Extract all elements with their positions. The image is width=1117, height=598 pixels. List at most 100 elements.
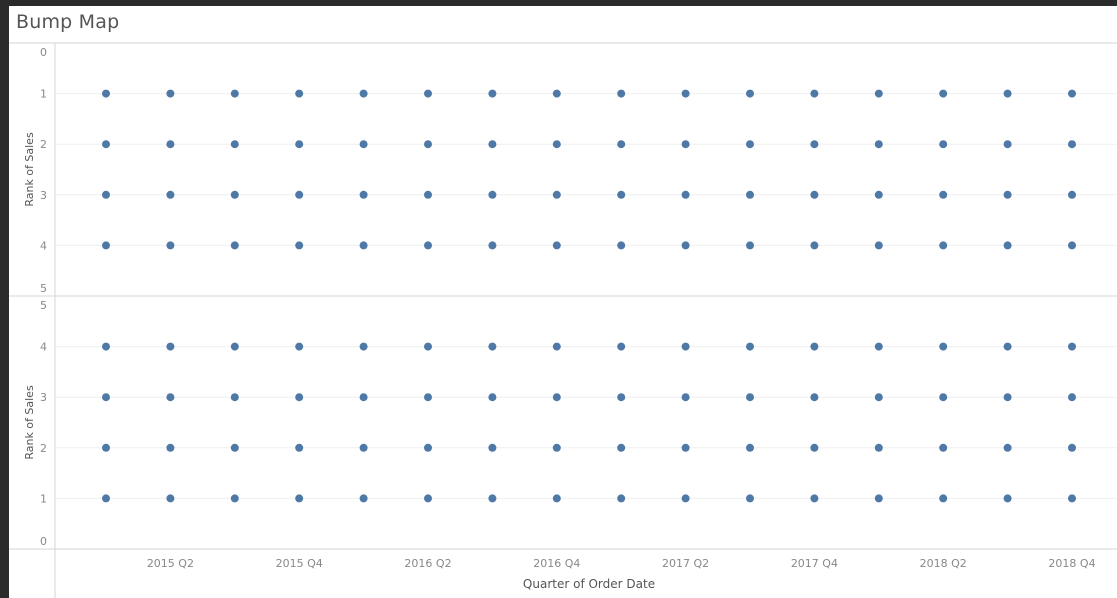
data-point [552, 342, 561, 351]
data-point [424, 393, 432, 402]
data-point [874, 393, 883, 402]
data-point [746, 190, 754, 199]
data-point [488, 241, 497, 250]
data-point [874, 140, 883, 149]
y-tick-label: 1 [40, 492, 47, 505]
data-point [230, 443, 239, 452]
data-point [939, 190, 948, 199]
y-tick-label: 5 [40, 282, 47, 295]
data-point [424, 241, 432, 250]
data-point [166, 140, 175, 149]
data-point [681, 241, 690, 250]
data-point [1003, 342, 1012, 351]
data-point [1003, 89, 1012, 98]
data-point [424, 89, 432, 98]
data-point [359, 494, 368, 503]
data-point [617, 494, 626, 503]
x-tick-label: 2017 Q2 [662, 557, 709, 570]
data-point [874, 443, 883, 452]
data-point [939, 494, 948, 503]
data-point [359, 443, 368, 452]
data-point [1068, 393, 1076, 402]
data-point [166, 241, 175, 250]
data-point [1068, 443, 1076, 452]
data-point [552, 89, 561, 98]
data-point [295, 342, 304, 351]
data-point [874, 494, 883, 503]
data-point [874, 342, 883, 351]
data-point [488, 190, 497, 199]
data-point [681, 89, 690, 98]
y-tick-label: 5 [40, 299, 47, 312]
data-point [359, 342, 368, 351]
data-point [1003, 494, 1012, 503]
data-point [166, 89, 175, 98]
data-point [359, 140, 368, 149]
x-tick-label: 2016 Q4 [533, 557, 580, 570]
data-point [552, 494, 561, 503]
data-point [939, 393, 948, 402]
y-axis-title: Rank of Sales [23, 385, 36, 460]
data-point [681, 140, 690, 149]
data-point [810, 89, 819, 98]
data-point [939, 342, 948, 351]
data-point [939, 443, 948, 452]
data-point [552, 140, 561, 149]
data-point [230, 140, 239, 149]
data-point [746, 494, 754, 503]
data-point [488, 342, 497, 351]
data-point [746, 140, 754, 149]
data-point [295, 393, 304, 402]
data-point [102, 140, 110, 149]
y-tick-label: 3 [40, 391, 47, 404]
data-point [424, 140, 432, 149]
data-point [230, 241, 239, 250]
data-point [617, 89, 626, 98]
data-point [874, 190, 883, 199]
y-axis-title: Rank of Sales [23, 132, 36, 207]
data-point [424, 190, 432, 199]
data-point [359, 190, 368, 199]
data-point [424, 342, 432, 351]
data-point [488, 443, 497, 452]
data-point [552, 241, 561, 250]
data-point [617, 190, 626, 199]
data-point [102, 443, 110, 452]
data-point [1068, 89, 1076, 98]
data-point [102, 494, 110, 503]
y-tick-label: 1 [40, 88, 47, 101]
data-point [552, 443, 561, 452]
data-point [166, 393, 175, 402]
data-point [166, 494, 175, 503]
data-point [810, 494, 819, 503]
data-point [295, 190, 304, 199]
data-point [230, 190, 239, 199]
data-point [681, 393, 690, 402]
data-point [939, 89, 948, 98]
data-point [617, 140, 626, 149]
data-point [295, 89, 304, 98]
data-point [617, 241, 626, 250]
x-tick-label: 2015 Q4 [276, 557, 323, 570]
data-point [746, 443, 754, 452]
data-point [681, 443, 690, 452]
data-point [1068, 190, 1076, 199]
x-axis-title: Quarter of Order Date [523, 577, 655, 591]
data-point [295, 494, 304, 503]
data-point [295, 443, 304, 452]
data-point [424, 494, 432, 503]
bump-map-chart: 0 1 2 3 4 5 Rank of Sales 0 1 2 3 4 5 Rank of Sales 20… [9, 42, 1117, 598]
data-point [230, 494, 239, 503]
data-point [810, 393, 819, 402]
x-tick-label: 2017 Q4 [791, 557, 838, 570]
data-point [1068, 241, 1076, 250]
data-point [230, 342, 239, 351]
data-point [1068, 342, 1076, 351]
data-point [746, 89, 754, 98]
data-point [295, 241, 304, 250]
y-tick-label: 0 [40, 535, 47, 548]
data-point [617, 443, 626, 452]
x-tick-label: 2018 Q2 [920, 557, 967, 570]
data-point [810, 190, 819, 199]
data-point [102, 342, 110, 351]
